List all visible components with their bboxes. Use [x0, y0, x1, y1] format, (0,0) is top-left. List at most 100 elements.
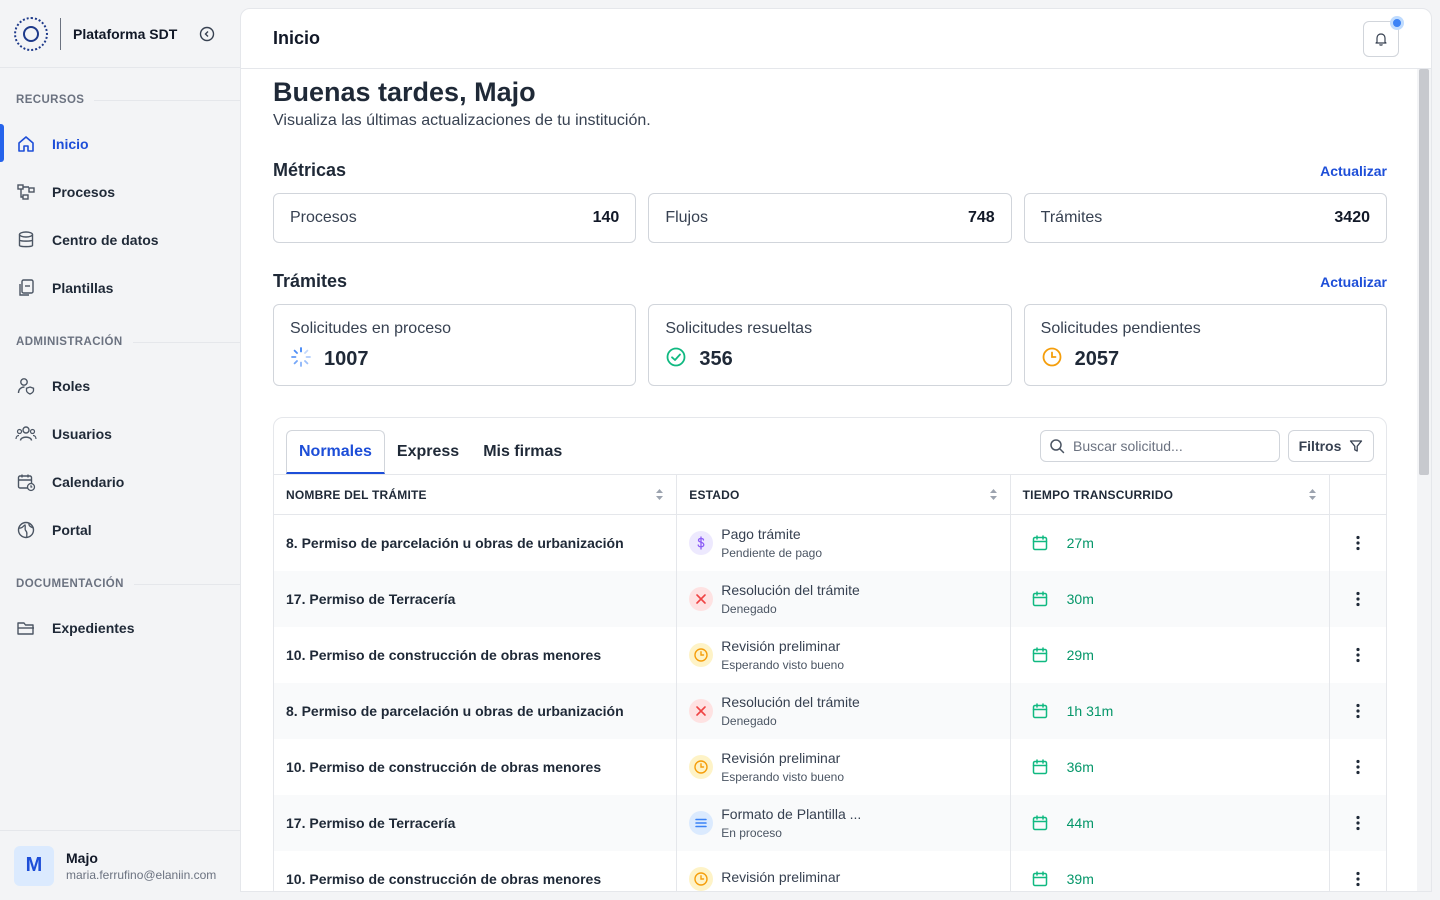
tramites-header: Trámites Actualizar	[273, 271, 1387, 292]
status-sublabel: Pendiente de pago	[721, 546, 823, 560]
sidebar-item-centro-de-datos[interactable]: Centro de datos	[0, 216, 240, 264]
status-label: Revisión preliminar	[721, 750, 841, 766]
sidebar-item-label: Procesos	[52, 184, 116, 200]
users-icon	[15, 423, 37, 445]
collapse-sidebar-icon[interactable]	[199, 26, 215, 42]
section-title-metricas: Métricas	[273, 160, 347, 180]
tab-normales[interactable]: Normales	[286, 430, 385, 474]
refresh-tramites-link[interactable]: Actualizar	[1320, 274, 1387, 290]
sidebar-item-portal[interactable]: Portal	[0, 506, 240, 554]
sidebar-item-expedientes[interactable]: Expedientes	[0, 604, 240, 652]
search-box[interactable]	[1040, 430, 1280, 462]
metric-card-flujos: Flujos 748	[648, 193, 1012, 243]
sidebar: Plataforma SDT RECURSOS Inicio Procesos …	[0, 0, 240, 900]
status-label: Revisión preliminar	[721, 638, 841, 654]
search-input[interactable]	[1073, 438, 1263, 454]
section-label-recursos: RECURSOS	[0, 90, 240, 110]
table-row[interactable]: 10. Permiso de construcción de obras men…	[274, 739, 1386, 795]
user-email: maria.ferrufino@elaniin.com	[66, 867, 217, 882]
sort-icon[interactable]	[655, 488, 664, 501]
filters-button[interactable]: Filtros	[1288, 430, 1374, 462]
sidebar-item-label: Inicio	[52, 136, 89, 152]
sidebar-item-label: Calendario	[52, 474, 125, 490]
sidebar-item-label: Centro de datos	[52, 232, 159, 248]
sidebar-item-usuarios[interactable]: Usuarios	[0, 410, 240, 458]
database-icon	[15, 229, 37, 251]
clock-icon	[1041, 346, 1063, 373]
sidebar-item-label: Expedientes	[52, 620, 135, 636]
tramite-name: 8. Permiso de parcelación u obras de urb…	[286, 535, 624, 551]
row-actions-menu-icon[interactable]	[1348, 757, 1368, 777]
table-row[interactable]: 10. Permiso de construcción de obras men…	[274, 627, 1386, 683]
status-label: Resolución del trámite	[721, 582, 860, 598]
refresh-metricas-link[interactable]: Actualizar	[1320, 163, 1387, 179]
metric-value: 748	[967, 209, 995, 226]
home-icon	[15, 133, 37, 155]
tramite-name: 10. Permiso de construcción de obras men…	[286, 647, 602, 663]
tab-mis-firmas[interactable]: Mis firmas	[471, 430, 574, 474]
row-actions-menu-icon[interactable]	[1348, 589, 1368, 609]
card-label: Solicitudes en proceso	[290, 320, 451, 337]
metric-card-tramites: Trámites 3420	[1023, 193, 1387, 243]
table-row[interactable]: 17. Permiso de Terracería Resolución del …	[274, 571, 1386, 627]
government-seal-logo	[14, 16, 48, 51]
row-actions-menu-icon[interactable]	[1348, 813, 1368, 833]
greeting-title: Buenas tardes, Majo	[273, 77, 536, 107]
column-header-tiempo[interactable]: TIEMPO TRANSCURRIDO	[1011, 475, 1331, 514]
sidebar-item-calendario[interactable]: Calendario	[0, 458, 240, 506]
table-row[interactable]: 8. Permiso de parcelación u obras de urb…	[274, 683, 1386, 739]
clock-icon	[689, 867, 714, 891]
user-shield-icon	[15, 375, 37, 397]
status-label: Pago trámite	[721, 526, 801, 542]
elapsed-time: 1h 31m	[1066, 703, 1114, 719]
sort-icon[interactable]	[1308, 488, 1317, 501]
tramite-name: 10. Permiso de construcción de obras men…	[286, 759, 602, 775]
sidebar-item-label: Usuarios	[52, 426, 112, 442]
status-label: Formato de Plantilla ...	[721, 806, 862, 822]
column-header-actions	[1330, 475, 1386, 514]
card-solicitudes-resueltas: Solicitudes resueltas 356	[648, 304, 1012, 386]
section-label-administracion: ADMINISTRACIÓN	[0, 332, 240, 352]
greeting-subtitle: Visualiza las últimas actualizaciones de…	[273, 112, 651, 129]
calendar-icon	[1031, 870, 1049, 888]
tab-express[interactable]: Express	[385, 430, 471, 474]
elapsed-time: 27m	[1066, 535, 1094, 551]
card-solicitudes-en-proceso: Solicitudes en proceso 1007	[273, 304, 637, 386]
card-solicitudes-pendientes: Solicitudes pendientes 2057	[1023, 304, 1387, 386]
table-toolbar: Normales Express Mis firmas Filtros	[274, 418, 1386, 475]
clock-icon	[689, 643, 714, 667]
sidebar-item-inicio[interactable]: Inicio	[0, 120, 240, 168]
table-row[interactable]: 8. Permiso de parcelación u obras de urb…	[274, 515, 1386, 571]
table-row[interactable]: 10. Permiso de construcción de obras men…	[274, 851, 1386, 891]
elapsed-time: 29m	[1066, 647, 1094, 663]
divider	[60, 17, 61, 50]
status-sublabel: Denegado	[721, 714, 777, 728]
sidebar-item-label: Portal	[52, 522, 92, 538]
sidebar-item-label: Roles	[52, 378, 91, 394]
row-actions-menu-icon[interactable]	[1348, 701, 1368, 721]
row-actions-menu-icon[interactable]	[1348, 645, 1368, 665]
row-actions-menu-icon[interactable]	[1348, 533, 1368, 553]
row-actions-menu-icon[interactable]	[1348, 869, 1368, 889]
scrollbar[interactable]	[1417, 69, 1431, 891]
column-header-estado[interactable]: ESTADO	[677, 475, 1011, 514]
clock-icon	[689, 755, 714, 779]
metric-cards: Procesos 140 Flujos 748 Trámites 3420	[273, 193, 1387, 243]
calendar-icon	[1031, 590, 1049, 608]
calendar-icon	[1031, 534, 1049, 552]
card-value: 1007	[324, 348, 369, 370]
notifications-button[interactable]	[1363, 16, 1404, 57]
table-row[interactable]: 17. Permiso de Terracería Formato de Plan…	[274, 795, 1386, 851]
calendar-clock-icon	[15, 471, 37, 493]
card-value: 356	[699, 348, 733, 370]
sidebar-item-plantillas[interactable]: Plantillas	[0, 264, 240, 312]
table-body: 8. Permiso de parcelación u obras de urb…	[274, 515, 1386, 891]
sidebar-item-roles[interactable]: Roles	[0, 362, 240, 410]
page-title: Inicio	[273, 28, 321, 48]
user-profile[interactable]: M Majo maria.ferrufino@elaniin.com	[0, 830, 240, 900]
sort-icon[interactable]	[989, 488, 998, 501]
sidebar-item-procesos[interactable]: Procesos	[0, 168, 240, 216]
scrollbar-thumb[interactable]	[1419, 69, 1429, 475]
column-header-nombre[interactable]: NOMBRE DEL TRÁMITE	[274, 475, 678, 514]
elapsed-time: 36m	[1066, 759, 1094, 775]
